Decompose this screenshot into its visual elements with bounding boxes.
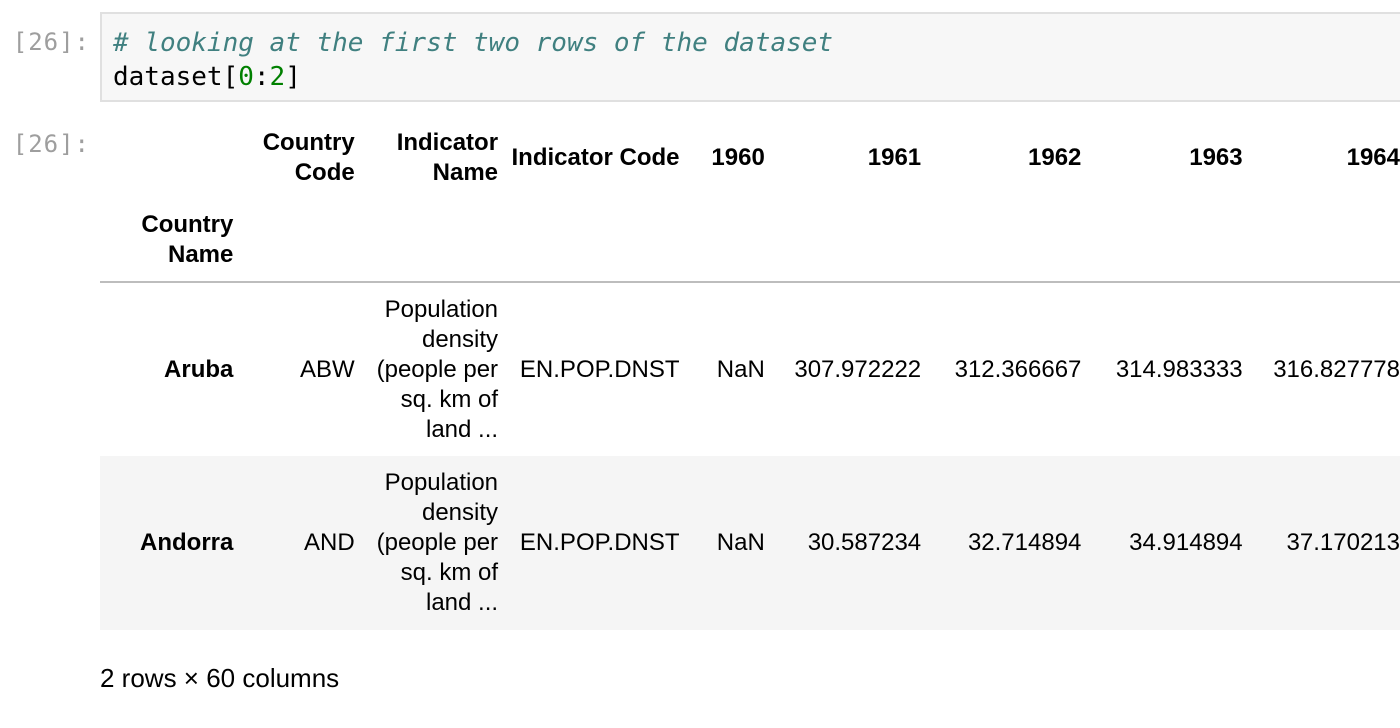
table-cell: AND xyxy=(304,529,355,556)
row-index: Aruba xyxy=(164,355,234,383)
code-comment: # looking at the first two rows of the d… xyxy=(113,28,834,58)
table-cell: NaN xyxy=(716,355,765,383)
blank-header-cell xyxy=(498,198,680,282)
output-area: Country Code Indicator Name Indicator Co… xyxy=(100,118,1400,630)
code-suffix: ] xyxy=(285,62,301,92)
table-cell: 316.827778 xyxy=(1273,355,1400,383)
column-header: 1963 xyxy=(1189,144,1243,171)
blank-header-cell xyxy=(680,198,765,282)
table-cell: 30.587234 xyxy=(807,529,922,556)
blank-header-cell xyxy=(233,198,354,282)
blank-header-cell xyxy=(1081,198,1242,282)
column-header: Country Code xyxy=(262,129,355,186)
table-cell: 314.983333 xyxy=(1115,355,1243,383)
input-prompt: [26]: xyxy=(12,28,90,56)
table-cell: ABW xyxy=(300,355,355,383)
table-cell: NaN xyxy=(716,529,765,556)
table-cell: EN.POP.DNST xyxy=(519,529,680,556)
column-header: Indicator Name xyxy=(396,129,499,186)
dataframe-shape-summary: 2 rows × 60 columns xyxy=(100,663,340,693)
column-header: 1960 xyxy=(711,144,765,171)
output-prompt: [26]: xyxy=(12,130,90,158)
code-number-start: 0 xyxy=(238,62,254,92)
table-cell: 32.714894 xyxy=(967,529,1082,556)
blank-header-cell xyxy=(921,198,1081,282)
row-index: Andorra xyxy=(140,529,234,556)
column-header-row: Country Code Indicator Name Indicator Co… xyxy=(100,118,1400,198)
table-cell: EN.POP.DNST xyxy=(519,355,680,383)
table-cell: 37.170213 xyxy=(1286,529,1400,556)
blank-header-cell xyxy=(355,198,498,282)
header-corner xyxy=(100,118,233,198)
code-input-cell[interactable]: # looking at the first two rows of the d… xyxy=(100,12,1400,102)
table-cell: 312.366667 xyxy=(954,355,1082,383)
table-row: Andorra AND Population density (people p… xyxy=(100,456,1400,630)
table-cell: Population density (people per sq. km of… xyxy=(376,469,499,616)
code-number-end: 2 xyxy=(269,62,286,92)
column-header: Indicator Code xyxy=(511,144,680,171)
column-header: 1964 xyxy=(1346,144,1400,171)
column-header: 1962 xyxy=(1028,144,1082,171)
blank-header-cell xyxy=(1243,198,1400,282)
column-header: 1961 xyxy=(867,144,922,171)
index-header-row: Country Name xyxy=(100,198,1400,282)
dataframe-table: Country Code Indicator Name Indicator Co… xyxy=(100,118,1400,630)
blank-header-cell xyxy=(765,198,921,282)
table-cell: Population density (people per sq. km of… xyxy=(376,295,499,443)
index-name-header: Country Name xyxy=(141,210,234,268)
code-colon: : xyxy=(253,62,270,92)
code-prefix: dataset[ xyxy=(113,62,239,92)
table-cell: 307.972222 xyxy=(794,355,922,383)
table-cell: 34.914894 xyxy=(1129,529,1243,556)
table-row: Aruba ABW Population density (people per… xyxy=(100,282,1400,456)
